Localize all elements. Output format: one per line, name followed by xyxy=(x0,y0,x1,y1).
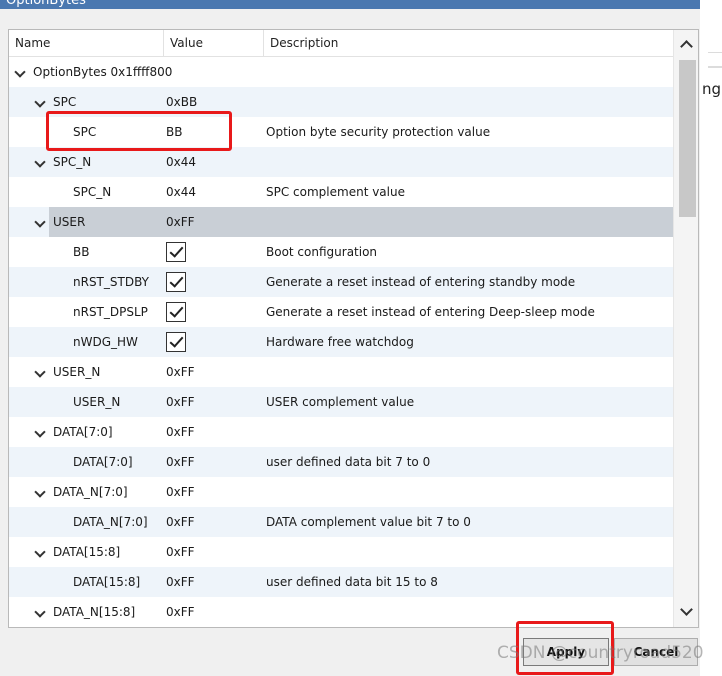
tree-row[interactable]: nRST_STDBY Generate a reset instead of en… xyxy=(9,267,673,297)
row-description: Boot configuration xyxy=(266,245,378,259)
row-description: Generate a reset instead of entering Dee… xyxy=(266,305,595,319)
chevron-down-icon[interactable] xyxy=(34,606,46,618)
row-name: BB xyxy=(73,245,90,259)
tree-row[interactable]: DATA[7:0] 0xFF xyxy=(9,417,673,447)
tree-header: Name Value Description xyxy=(9,30,673,57)
row-description: user defined data bit 7 to 0 xyxy=(266,455,431,469)
row-name: nWDG_HW xyxy=(73,335,138,349)
row-name: OptionBytes 0x1ffff800 xyxy=(33,65,173,79)
row-value[interactable]: 0xFF xyxy=(166,447,195,477)
row-name: DATA[7:0] xyxy=(53,425,113,439)
window-title-bar: OptionBytes xyxy=(0,0,700,9)
row-value[interactable]: 0xFF xyxy=(166,507,195,537)
tree-row[interactable]: USER_N 0xFF USER complement value xyxy=(9,387,673,417)
row-name: USER_N xyxy=(73,395,121,409)
tree-row[interactable]: DATA[7:0] 0xFF user defined data bit 7 to … xyxy=(9,447,673,477)
row-value: 0xFF xyxy=(166,545,195,559)
chevron-down-icon[interactable] xyxy=(34,96,46,108)
row-name: DATA[15:8] xyxy=(53,545,121,559)
row-value: 0xFF xyxy=(166,425,195,439)
chevron-down-icon[interactable] xyxy=(680,605,692,617)
tree-row[interactable]: nWDG_HW Hardware free watchdog xyxy=(9,327,673,357)
tree-row[interactable]: SPC_N 0x44 SPC complement value xyxy=(9,177,673,207)
checkbox-checked-icon[interactable] xyxy=(166,272,186,292)
row-name: SPC_N xyxy=(53,155,92,169)
row-value[interactable]: 0x44 xyxy=(166,177,196,207)
tree-row[interactable]: nRST_DPSLP Generate a reset instead of en… xyxy=(9,297,673,327)
column-header-value[interactable]: Value xyxy=(164,30,264,57)
chevron-down-icon[interactable] xyxy=(34,156,46,168)
window-title: OptionBytes xyxy=(6,0,86,8)
tree-row[interactable]: DATA[15:8] 0xFF user defined data bit 15 t… xyxy=(9,567,673,597)
row-name: DATA[7:0] xyxy=(73,455,133,469)
chevron-down-icon[interactable] xyxy=(34,366,46,378)
row-name: DATA_N[15:8] xyxy=(53,605,136,619)
row-description: Hardware free watchdog xyxy=(266,335,414,349)
row-description: USER complement value xyxy=(266,395,415,409)
tree-row[interactable]: USER_N 0xFF xyxy=(9,357,673,387)
row-description: Option byte security protection value xyxy=(266,125,491,139)
tree-row[interactable]: USER 0xFF xyxy=(9,207,673,237)
checkbox-checked-icon[interactable] xyxy=(166,242,186,262)
row-description: Generate a reset instead of entering sta… xyxy=(266,275,576,289)
row-name: SPC_N xyxy=(73,185,112,199)
background-window xyxy=(700,0,722,676)
tree-row[interactable]: DATA[15:8] 0xFF xyxy=(9,537,673,567)
row-value[interactable]: 0xFF xyxy=(166,387,195,417)
background-text: ng xyxy=(702,80,722,98)
chevron-down-icon[interactable] xyxy=(14,66,26,78)
row-name: DATA_N[7:0] xyxy=(53,485,128,499)
row-description: user defined data bit 15 to 8 xyxy=(266,575,438,589)
checkbox-checked-icon[interactable] xyxy=(166,302,186,322)
column-header-name[interactable]: Name xyxy=(9,30,164,57)
column-header-description[interactable]: Description xyxy=(264,30,673,57)
row-name: USER xyxy=(53,215,86,229)
tree-row[interactable]: DATA_N[7:0] 0xFF DATA complement value bit… xyxy=(9,507,673,537)
row-name: DATA_N[7:0] xyxy=(73,515,148,529)
chevron-down-icon[interactable] xyxy=(34,546,46,558)
row-name: nRST_STDBY xyxy=(73,275,149,289)
tree-row[interactable]: OptionBytes 0x1ffff800 xyxy=(9,57,673,87)
chevron-down-icon[interactable] xyxy=(34,216,46,228)
watermark: CSDN @countryroad520 xyxy=(497,643,704,663)
row-description: SPC complement value xyxy=(266,185,405,199)
tree-row[interactable]: SPC_N 0x44 xyxy=(9,147,673,177)
row-value: 0xFF xyxy=(166,605,195,619)
checkbox-checked-icon[interactable] xyxy=(166,332,186,352)
vertical-scrollbar[interactable] xyxy=(673,30,698,627)
row-description: DATA complement value bit 7 to 0 xyxy=(266,515,471,529)
tree-row[interactable]: DATA_N[7:0] 0xFF xyxy=(9,477,673,507)
row-value[interactable]: 0xFF xyxy=(166,567,195,597)
row-value: 0xFF xyxy=(166,485,195,499)
row-name: USER_N xyxy=(53,365,101,379)
selected-row-highlight xyxy=(49,207,673,237)
row-value: 0xFF xyxy=(166,365,195,379)
chevron-down-icon[interactable] xyxy=(34,486,46,498)
chevron-up-icon[interactable] xyxy=(680,38,692,50)
row-name: DATA[15:8] xyxy=(73,575,141,589)
row-value: 0xFF xyxy=(166,215,195,229)
row-name: nRST_DPSLP xyxy=(73,305,148,319)
tree-row[interactable]: BB Boot configuration xyxy=(9,237,673,267)
scrollbar-thumb[interactable] xyxy=(679,60,696,217)
highlight-box-spc xyxy=(46,111,232,151)
chevron-down-icon[interactable] xyxy=(34,426,46,438)
row-value: 0x44 xyxy=(166,155,197,169)
